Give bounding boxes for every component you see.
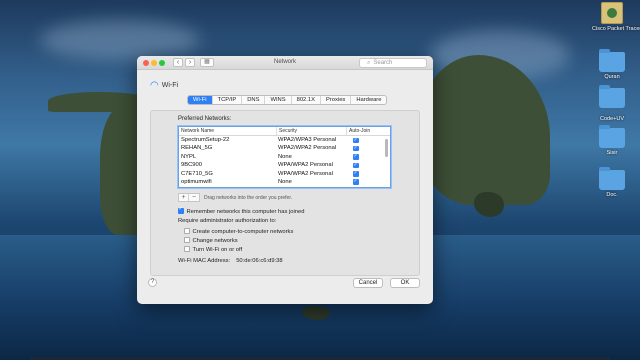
network-security: None: [278, 153, 292, 160]
admin-option-label: Turn Wi-Fi on or off: [192, 247, 243, 253]
network-name: SpectrumSetup-22: [181, 137, 230, 143]
auto-join-checkbox[interactable]: [353, 161, 359, 169]
table-row[interactable]: SpectrumSetup-22 WPA2/WPA3 Personal: [179, 136, 390, 144]
tab-hardware[interactable]: Hardware: [351, 96, 386, 104]
remember-networks-checkbox[interactable]: [178, 206, 184, 214]
add-network-button[interactable]: +: [179, 194, 189, 201]
column-security[interactable]: Security: [277, 127, 347, 135]
network-name: optimumwifi: [181, 178, 212, 185]
network-name: 9BC900: [181, 162, 202, 169]
tab-proxies[interactable]: Proxies: [321, 96, 352, 104]
wifi-icon: ◠: [150, 80, 159, 91]
network-security: WPA/WPA2 Personal: [278, 170, 333, 177]
drag-note: Drag networks into the order you prefer.: [204, 195, 293, 201]
auto-join-checkbox[interactable]: [353, 169, 359, 177]
cancel-button[interactable]: Cancel: [353, 278, 383, 288]
toggle-wifi-checkbox[interactable]: [184, 246, 190, 252]
interface-header: ◠ Wi-Fi: [150, 80, 178, 91]
search-input[interactable]: ⌕ Search: [359, 58, 427, 68]
desktop-icon-label: Quran: [604, 74, 620, 80]
admin-option-label: Create computer-to-computer networks: [192, 229, 294, 235]
desktop-icon-cisco[interactable]: Cisco Packet Tracer: [592, 2, 640, 32]
cisco-app-icon: [601, 2, 623, 24]
network-name: REHAN_5G: [181, 145, 213, 152]
desktop-icon-folder-5[interactable]: Doc.: [592, 167, 632, 198]
desktop-icon-label: Doc.: [606, 192, 618, 198]
title-bar: ‹ › ▦ Network ⌕ Search: [137, 56, 433, 70]
preferred-networks-label: Preferred Networks:: [178, 116, 232, 122]
interface-name: Wi-Fi: [161, 82, 179, 89]
tab-8021x[interactable]: 802.1X: [292, 96, 321, 104]
desktop-icon-label: Cisco Packet Tracer: [592, 26, 640, 32]
auto-join-checkbox[interactable]: [353, 152, 359, 160]
admin-auth-label: Require administrator authorization to:: [178, 218, 277, 224]
help-button[interactable]: ?: [148, 278, 157, 287]
auto-join-checkbox[interactable]: [353, 136, 359, 143]
table-scrollbar[interactable]: [385, 139, 388, 157]
network-security: None: [278, 178, 292, 185]
table-row[interactable]: REHAN_5G WPA2/WPA2 Personal: [179, 144, 390, 152]
column-auto-join[interactable]: Auto-Join: [347, 127, 383, 135]
change-networks-checkbox[interactable]: [184, 237, 190, 243]
tab-bar: Wi-Fi TCP/IP DNS WINS 802.1X Proxies Har…: [187, 95, 388, 105]
remove-network-button[interactable]: −: [189, 194, 199, 201]
remember-networks-label: Remember networks this computer has join…: [186, 209, 305, 215]
tab-wifi[interactable]: Wi-Fi: [188, 96, 213, 104]
tab-dns[interactable]: DNS: [242, 96, 266, 104]
create-networks-checkbox[interactable]: [184, 228, 190, 234]
table-row[interactable]: optimumwifi None: [179, 178, 390, 186]
table-row[interactable]: NYPL None: [179, 152, 390, 161]
admin-option-create-networks[interactable]: Create computer-to-computer networks: [184, 228, 293, 235]
folder-icon: [599, 85, 625, 108]
desktop-icon-label: Code+UV: [599, 116, 624, 122]
desktop-icon-folder-2[interactable]: [592, 85, 632, 110]
search-icon: ⌕: [367, 60, 371, 66]
desktop-icon-label: Sisir: [606, 150, 618, 156]
desktop-icon-folder-1[interactable]: Quran: [592, 49, 632, 80]
folder-icon: [599, 167, 625, 190]
preferred-networks-table[interactable]: Network Name Security Auto-Join Spectrum…: [178, 126, 391, 188]
network-name: NYPL: [181, 153, 197, 160]
table-row[interactable]: C7E710_5G WPA/WPA2 Personal: [179, 169, 390, 178]
search-placeholder: Search: [373, 60, 393, 66]
column-network-name[interactable]: Network Name: [179, 127, 277, 135]
table-header: Network Name Security Auto-Join: [179, 127, 390, 136]
folder-icon: [599, 49, 625, 72]
remember-networks-option[interactable]: Remember networks this computer has join…: [178, 206, 305, 215]
admin-option-change-networks[interactable]: Change networks: [184, 237, 238, 244]
auto-join-checkbox[interactable]: [353, 144, 359, 152]
auto-join-checkbox[interactable]: [353, 178, 359, 185]
add-remove-control: + −: [178, 193, 200, 202]
network-security: WPA2/WPA3 Personal: [278, 137, 337, 143]
network-security: WPA/WPA2 Personal: [278, 162, 333, 169]
ok-button[interactable]: OK: [390, 278, 420, 288]
mac-address-value: 50:de:06:c6:d9:38: [236, 258, 283, 264]
table-row[interactable]: 9BC900 WPA/WPA2 Personal: [179, 161, 390, 169]
admin-option-label: Change networks: [192, 238, 238, 244]
mac-address-row: Wi-Fi MAC Address: 50:de:06:c6:d9:38: [178, 258, 283, 264]
network-security: WPA2/WPA2 Personal: [278, 145, 337, 152]
tab-tcpip[interactable]: TCP/IP: [213, 96, 243, 104]
network-name: C7E710_5G: [181, 170, 213, 177]
folder-icon: [599, 125, 625, 148]
desktop-icon-folder-3[interactable]: Code+UV: [592, 114, 632, 122]
mac-address-label: Wi-Fi MAC Address:: [178, 258, 231, 264]
desktop-icon-folder-4[interactable]: Sisir: [592, 125, 632, 156]
admin-option-toggle-wifi[interactable]: Turn Wi-Fi on or off: [184, 246, 242, 253]
tab-wins[interactable]: WINS: [265, 96, 292, 104]
